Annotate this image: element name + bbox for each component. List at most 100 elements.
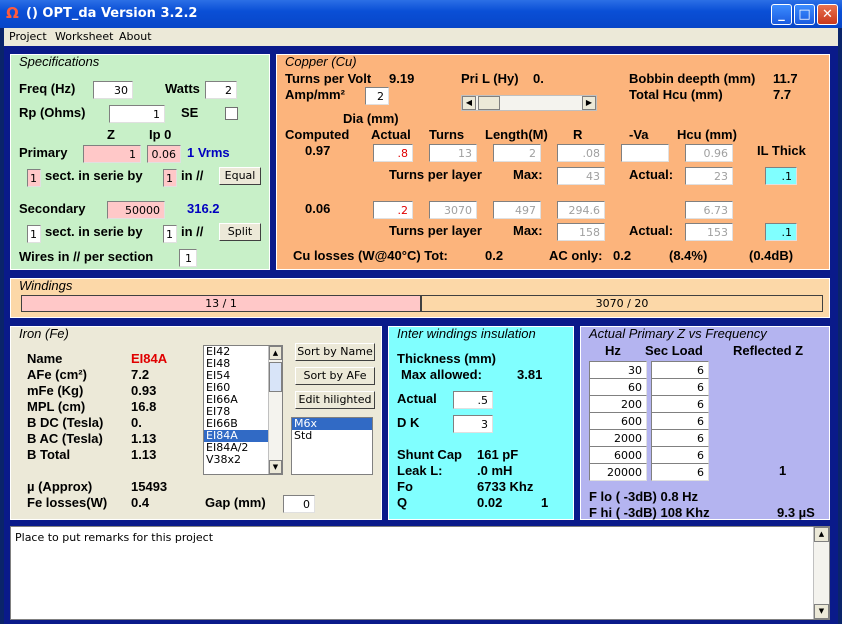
watts-input[interactable]: 2 bbox=[205, 81, 237, 99]
close-button[interactable]: ✕ bbox=[817, 4, 838, 25]
rp-input[interactable]: 1 bbox=[109, 105, 165, 123]
freq-load-field[interactable]: 6 bbox=[651, 395, 709, 413]
freq-hz-field[interactable]: 60 bbox=[589, 378, 647, 396]
core-list[interactable]: EI42 EI48 EI54 EI60 EI66A EI78 EI66B EI8… bbox=[203, 345, 283, 475]
afe-value: 7.2 bbox=[131, 367, 150, 382]
ac-only-value: 0.2 bbox=[613, 248, 632, 263]
specifications-panel: Specifications Freq (Hz) 30 Watts 2 Rp (… bbox=[10, 54, 270, 270]
amp-label: Amp/mm² bbox=[285, 87, 345, 102]
scroll-down-icon[interactable]: ▼ bbox=[269, 460, 282, 474]
split-button[interactable]: Split bbox=[219, 223, 261, 241]
tpl-label-2: Turns per layer bbox=[389, 223, 482, 238]
secondary-actual-tpl: 153 bbox=[685, 223, 733, 241]
ac-db: (0.4dB) bbox=[749, 248, 794, 263]
secondary-actual-dia-input[interactable]: .2 bbox=[373, 201, 413, 219]
primary-turns-field: 13 bbox=[429, 144, 477, 162]
title-bar: Ω () OPT_da Version 3.2.2 _ □ ✕ bbox=[0, 0, 842, 28]
ip0-label: Ip 0 bbox=[149, 127, 172, 142]
minimize-button[interactable]: _ bbox=[771, 4, 792, 25]
secondary-parallel-input[interactable]: 1 bbox=[163, 225, 177, 243]
freq-hz-field[interactable]: 200 bbox=[589, 395, 647, 413]
act-label-1: Actual: bbox=[629, 167, 674, 182]
leak-label: Leak L: bbox=[397, 463, 443, 478]
max-allowed-value: 3.81 bbox=[517, 367, 543, 382]
scroll-up-icon[interactable]: ▲ bbox=[814, 527, 829, 542]
bac-value: 1.13 bbox=[131, 431, 157, 446]
btot-value: 1.13 bbox=[131, 447, 157, 462]
bobbin-value: 11.7 bbox=[773, 71, 798, 86]
primary-parallel-input[interactable]: 1 bbox=[163, 169, 177, 187]
secondary-label: Secondary bbox=[19, 201, 86, 216]
maximize-button[interactable]: □ bbox=[794, 4, 815, 25]
se-checkbox[interactable] bbox=[225, 107, 238, 120]
gap-input[interactable]: 0 bbox=[283, 495, 315, 513]
sect-serie-label-2: sect. in serie by bbox=[45, 224, 143, 239]
reflected-z-value: 1 bbox=[779, 463, 787, 478]
amp-input[interactable]: 2 bbox=[365, 87, 389, 105]
max-allowed-label: Max allowed: bbox=[401, 367, 482, 382]
scroll-left-icon[interactable]: ◀ bbox=[462, 96, 476, 110]
primary-il-input[interactable]: .1 bbox=[765, 167, 797, 185]
fo-label: Fo bbox=[397, 479, 413, 494]
turns-header: Turns bbox=[429, 127, 465, 142]
primary-actual-dia-input[interactable]: .8 bbox=[373, 144, 413, 162]
remarks-textarea[interactable]: Place to put remarks for this project ▲ … bbox=[10, 526, 830, 620]
scroll-right-icon[interactable]: ▶ bbox=[582, 96, 596, 110]
scroll-thumb[interactable] bbox=[269, 362, 282, 392]
freq-hz-field[interactable]: 30 bbox=[589, 361, 647, 379]
in-parallel-label: in // bbox=[181, 168, 204, 183]
insulation-title: Inter windings insulation bbox=[397, 326, 536, 341]
freq-load-field[interactable]: 6 bbox=[651, 378, 709, 396]
freq-input[interactable]: 30 bbox=[93, 81, 133, 99]
va-header: -Va bbox=[629, 127, 649, 142]
freq-hz-field[interactable]: 600 bbox=[589, 412, 647, 430]
core-list-scrollbar[interactable]: ▲ ▼ bbox=[268, 346, 282, 474]
primary-ip-field: 0.06 bbox=[147, 145, 181, 163]
length-header: Length(M) bbox=[485, 127, 548, 142]
scroll-thumb[interactable] bbox=[478, 96, 500, 110]
freq-load-field[interactable]: 6 bbox=[651, 446, 709, 464]
edit-hilighted-button[interactable]: Edit hilighted bbox=[295, 391, 375, 409]
scroll-down-icon[interactable]: ▼ bbox=[814, 604, 829, 619]
freq-load-field[interactable]: 6 bbox=[651, 412, 709, 430]
pril-scrollbar[interactable]: ◀ ▶ bbox=[461, 95, 597, 111]
q-label: Q bbox=[397, 495, 408, 510]
secondary-z-input[interactable]: 50000 bbox=[107, 201, 165, 219]
primary-computed-dia: 0.97 bbox=[305, 143, 331, 158]
tpl-label-1: Turns per layer bbox=[389, 167, 482, 182]
wires-input[interactable]: 1 bbox=[179, 249, 197, 267]
sort-by-afe-button[interactable]: Sort by AFe bbox=[295, 367, 375, 385]
sort-by-name-button[interactable]: Sort by Name bbox=[295, 343, 375, 361]
max-label-2: Max: bbox=[513, 223, 543, 238]
primary-max-tpl: 43 bbox=[557, 167, 605, 185]
scroll-up-icon[interactable]: ▲ bbox=[269, 346, 282, 360]
secondary-sections-input[interactable]: 1 bbox=[27, 225, 41, 243]
afe-label: AFe (cm²) bbox=[27, 367, 87, 382]
equal-button[interactable]: Equal bbox=[219, 167, 261, 185]
insulation-actual-input[interactable]: .5 bbox=[453, 391, 493, 409]
menu-worksheet[interactable]: Worksheet bbox=[55, 30, 113, 43]
dk-input[interactable]: 3 bbox=[453, 415, 493, 433]
bobbin-label: Bobbin deepth (mm) bbox=[629, 71, 756, 86]
pril-value: 0. bbox=[533, 71, 544, 86]
primary-hcu-field: 0.96 bbox=[685, 144, 733, 162]
menu-about[interactable]: About bbox=[119, 30, 152, 43]
material-list[interactable]: M6x Std bbox=[291, 417, 373, 475]
freq-load-field[interactable]: 6 bbox=[651, 429, 709, 447]
primary-z-field[interactable]: 1 bbox=[83, 145, 141, 163]
freq-load-field[interactable]: 6 bbox=[651, 361, 709, 379]
primary-length-field: 2 bbox=[493, 144, 541, 162]
secondary-il-input[interactable]: .1 bbox=[765, 223, 797, 241]
freq-load-field[interactable]: 6 bbox=[651, 463, 709, 481]
material-item[interactable]: Std bbox=[292, 430, 372, 442]
dia-label: Dia (mm) bbox=[343, 111, 399, 126]
freq-hz-field[interactable]: 6000 bbox=[589, 446, 647, 464]
remarks-scrollbar[interactable]: ▲ ▼ bbox=[813, 527, 829, 619]
primary-sections-input[interactable]: 1 bbox=[27, 169, 41, 187]
freq-hz-field[interactable]: 2000 bbox=[589, 429, 647, 447]
reflected-z-header: Reflected Z bbox=[733, 343, 804, 358]
freq-hz-field[interactable]: 20000 bbox=[589, 463, 647, 481]
primary-va-field bbox=[621, 144, 669, 162]
menu-project[interactable]: Project bbox=[9, 30, 47, 43]
actual-header: Actual bbox=[371, 127, 411, 142]
